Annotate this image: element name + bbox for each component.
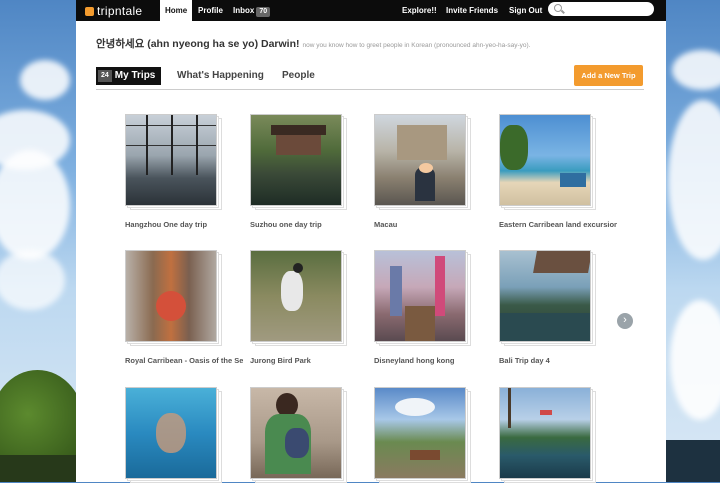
nav-explore[interactable]: Explore!! — [397, 0, 442, 21]
trip-photo[interactable] — [125, 114, 217, 206]
trip-photo[interactable] — [125, 387, 217, 479]
greeting: 안녕하세요 (ahn nyeong ha se yo) Darwin! now y… — [96, 38, 531, 50]
nav-invite-friends[interactable]: Invite Friends — [441, 0, 503, 21]
trip-photo[interactable] — [374, 114, 466, 206]
tab-my-trips[interactable]: 24 My Trips — [96, 67, 162, 85]
trip-photo[interactable] — [499, 387, 591, 479]
trip-photo[interactable] — [250, 250, 342, 342]
trip-photo[interactable] — [374, 250, 466, 342]
top-navigation-bar: tripntale Home Profile Inbox 70 Explore!!… — [76, 0, 666, 21]
trip-photo[interactable] — [250, 114, 342, 206]
trip-caption[interactable]: Hangzhou One day trip — [125, 220, 243, 229]
logo-icon — [85, 7, 94, 16]
nav-sign-out[interactable]: Sign Out — [504, 0, 547, 21]
trip-photo[interactable] — [125, 250, 217, 342]
search-icon — [554, 4, 562, 12]
chevron-right-icon: › — [623, 314, 627, 326]
trip-photo[interactable] — [499, 250, 591, 342]
search-input[interactable] — [548, 2, 654, 16]
trip-photo[interactable] — [499, 114, 591, 206]
nav-home[interactable]: Home — [160, 0, 193, 21]
trip-caption[interactable]: Jurong Bird Park — [250, 356, 368, 365]
trip-photo[interactable] — [374, 387, 466, 479]
trip-caption[interactable]: Suzhou one day trip — [250, 220, 368, 229]
trip-photo[interactable] — [250, 387, 342, 479]
add-new-trip-button[interactable]: Add a New Trip — [574, 65, 643, 86]
tab-bar: 24 My Trips What's Happening People — [96, 64, 644, 90]
inbox-count-badge: 70 — [256, 7, 271, 17]
trip-caption[interactable]: Eastern Carribean land excursions — [499, 220, 617, 229]
brand-logo[interactable]: tripntale — [85, 4, 142, 18]
trip-caption[interactable]: Royal Carribean - Oasis of the Seas — [125, 356, 243, 365]
main-panel: 안녕하세요 (ahn nyeong ha se yo) Darwin! now y… — [76, 21, 666, 483]
trip-count-badge: 24 — [98, 70, 112, 82]
trip-caption[interactable]: Bali Trip day 4 — [499, 356, 617, 365]
tab-whats-happening[interactable]: What's Happening — [177, 67, 264, 85]
nav-profile[interactable]: Profile — [193, 0, 228, 21]
nav-inbox[interactable]: Inbox 70 — [228, 0, 275, 21]
tab-people[interactable]: People — [282, 67, 315, 85]
trip-caption[interactable]: Macau — [374, 220, 492, 229]
next-page-button[interactable]: › — [617, 313, 633, 329]
trip-caption[interactable]: Disneyland hong kong — [374, 356, 492, 365]
